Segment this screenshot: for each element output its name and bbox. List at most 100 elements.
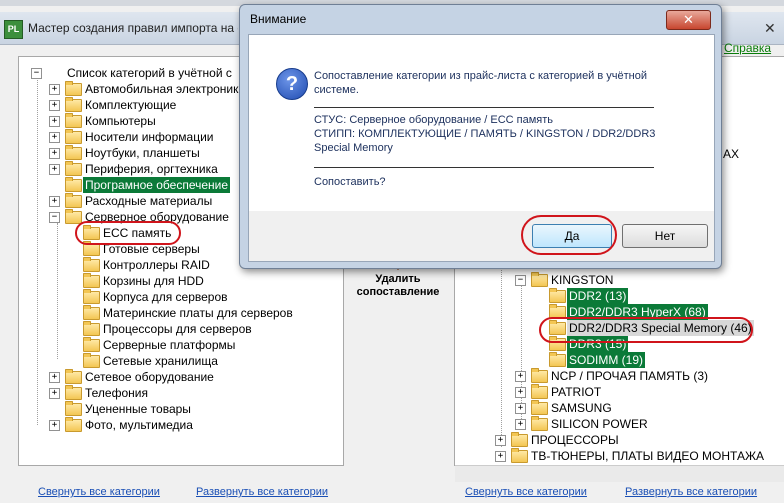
expand-icon[interactable]: + [49, 116, 60, 127]
dialog-stipp: СТИПП: КОМПЛЕКТУЮЩИЕ / ПАМЯТЬ / KINGSTON… [314, 128, 656, 154]
folder-icon [83, 353, 100, 368]
expand-icon[interactable]: + [49, 132, 60, 143]
dialog-close-button[interactable]: ✕ [666, 10, 711, 30]
tree-item-label: NCP / ПРОЧАЯ ПАМЯТЬ (3) [551, 369, 709, 383]
tree-item-label: Комплектующие [85, 98, 177, 112]
dialog-confirm-text: Сопоставить? [314, 176, 386, 188]
expand-icon[interactable]: + [49, 196, 60, 207]
tree-item-label: Контроллеры RAID [103, 258, 210, 272]
expand-icon[interactable]: + [495, 451, 506, 462]
folder-icon [83, 273, 100, 288]
tree-guide-line [57, 223, 58, 359]
collapse-all-link-right[interactable]: Свернуть все категории [465, 486, 587, 498]
dialog-question: Сопоставление категории из прайс-листа с… [314, 70, 648, 96]
folder-icon [531, 384, 548, 399]
tree-item-label: Уцененные товары [85, 402, 191, 416]
expand-icon[interactable]: + [49, 84, 60, 95]
folder-icon [65, 81, 82, 96]
tree-item-label: Сетевое оборудование [85, 370, 214, 384]
folder-icon [65, 385, 82, 400]
dialog-footer: Да Нет [248, 211, 715, 262]
expand-icon[interactable]: + [49, 100, 60, 111]
red-annotation-circle [75, 221, 181, 245]
tree-item-label: SODIMM (19) [567, 352, 646, 368]
expand-all-link-left[interactable]: Развернуть все категории [196, 486, 328, 498]
horizontal-scrollbar[interactable] [455, 465, 784, 482]
folder-icon [83, 257, 100, 272]
red-annotation-circle [521, 215, 617, 255]
folder-icon [65, 193, 82, 208]
tree-item-label: DDR2 (13) [567, 288, 629, 304]
tree-item-label: Автомобильная электроника [85, 82, 246, 96]
tree-guide-line [501, 267, 502, 447]
expand-icon[interactable]: + [49, 372, 60, 383]
folder-icon [511, 432, 528, 447]
collapse-icon[interactable]: − [49, 212, 60, 223]
folder-open-icon [531, 272, 548, 287]
dialog-stus: СТУС: Серверное оборудование / ЕСС памят… [314, 114, 554, 126]
tree-item-label: Процессоры для серверов [103, 322, 252, 336]
partial-tree-label: AX [723, 147, 740, 161]
folder-icon [531, 416, 548, 431]
tree-root-label: Список категорий в учётной с [67, 66, 232, 80]
no-button[interactable]: Нет [622, 224, 708, 248]
confirm-dialog: Внимание ✕ ? Сопоставление категории из … [239, 4, 722, 269]
help-link[interactable]: Справка [724, 41, 771, 55]
expand-icon[interactable]: + [515, 419, 526, 430]
collapse-icon[interactable]: − [515, 275, 526, 286]
tree-item-label: Програмное обеспечение [83, 177, 231, 193]
collapse-all-link-left[interactable]: Свернуть все категории [38, 486, 160, 498]
tree-item-label: Компьютеры [85, 114, 156, 128]
tree-item-label: Серверные платформы [103, 338, 236, 352]
folder-icon [65, 129, 82, 144]
tree-item-label: PATRIOT [551, 385, 602, 399]
expand-icon[interactable]: + [49, 388, 60, 399]
question-icon: ? [276, 68, 308, 100]
expand-all-link-right[interactable]: Развернуть все категории [625, 486, 757, 498]
close-icon[interactable]: ✕ [764, 20, 776, 37]
tree-item-label: Фото, мультимедиа [85, 418, 193, 432]
folder-icon [65, 113, 82, 128]
expand-icon[interactable]: + [515, 403, 526, 414]
folder-icon [83, 321, 100, 336]
app-icon: PL [4, 20, 23, 39]
folder-icon [65, 369, 82, 384]
divider [314, 167, 654, 168]
expand-icon[interactable]: + [515, 371, 526, 382]
tree-item-label: Сетевые хранилища [103, 354, 218, 368]
collapse-icon[interactable]: − [31, 68, 42, 79]
folder-icon [65, 417, 82, 432]
folder-icon [65, 145, 82, 160]
tree-item-label: Носители информации [85, 130, 214, 144]
tree-item-label: ТВ-ТЮНЕРЫ, ПЛАТЫ ВИДЕО МОНТАЖА [531, 449, 765, 463]
tree-item-label: Материнские платы для серверов [103, 306, 293, 320]
tree-item-label: Телефония [85, 386, 148, 400]
folder-icon [511, 448, 528, 463]
tree-item-label: Расходные материалы [85, 194, 213, 208]
expand-icon[interactable]: + [49, 148, 60, 159]
folder-icon [549, 288, 566, 303]
expand-icon[interactable]: + [49, 420, 60, 431]
folder-icon [83, 305, 100, 320]
folder-icon [531, 368, 548, 383]
expand-icon[interactable]: + [495, 435, 506, 446]
remove-mapping-label: Удалить сопоставление [356, 273, 440, 298]
tree-guide-line [37, 73, 38, 425]
folder-icon [65, 161, 82, 176]
folder-icon [65, 401, 82, 416]
tree-item-label: KINGSTON [551, 273, 614, 287]
tree-item-label: Корзины для HDD [103, 274, 204, 288]
expand-icon[interactable]: + [49, 164, 60, 175]
tree-item-label: Ноутбуки, планшеты [85, 146, 200, 160]
main-window-title: Мастер создания правил импорта на с [28, 21, 238, 35]
dialog-body: ? Сопоставление категории из прайс-листа… [248, 34, 715, 212]
folder-icon [83, 289, 100, 304]
tree-item-label: Корпуса для серверов [103, 290, 228, 304]
folder-icon [65, 177, 82, 192]
tree-item-label: SILICON POWER [551, 417, 648, 431]
divider [314, 107, 654, 108]
expand-icon[interactable]: + [515, 387, 526, 398]
folder-icon [65, 97, 82, 112]
tree-item-label: SAMSUNG [551, 401, 612, 415]
folder-icon [531, 400, 548, 415]
